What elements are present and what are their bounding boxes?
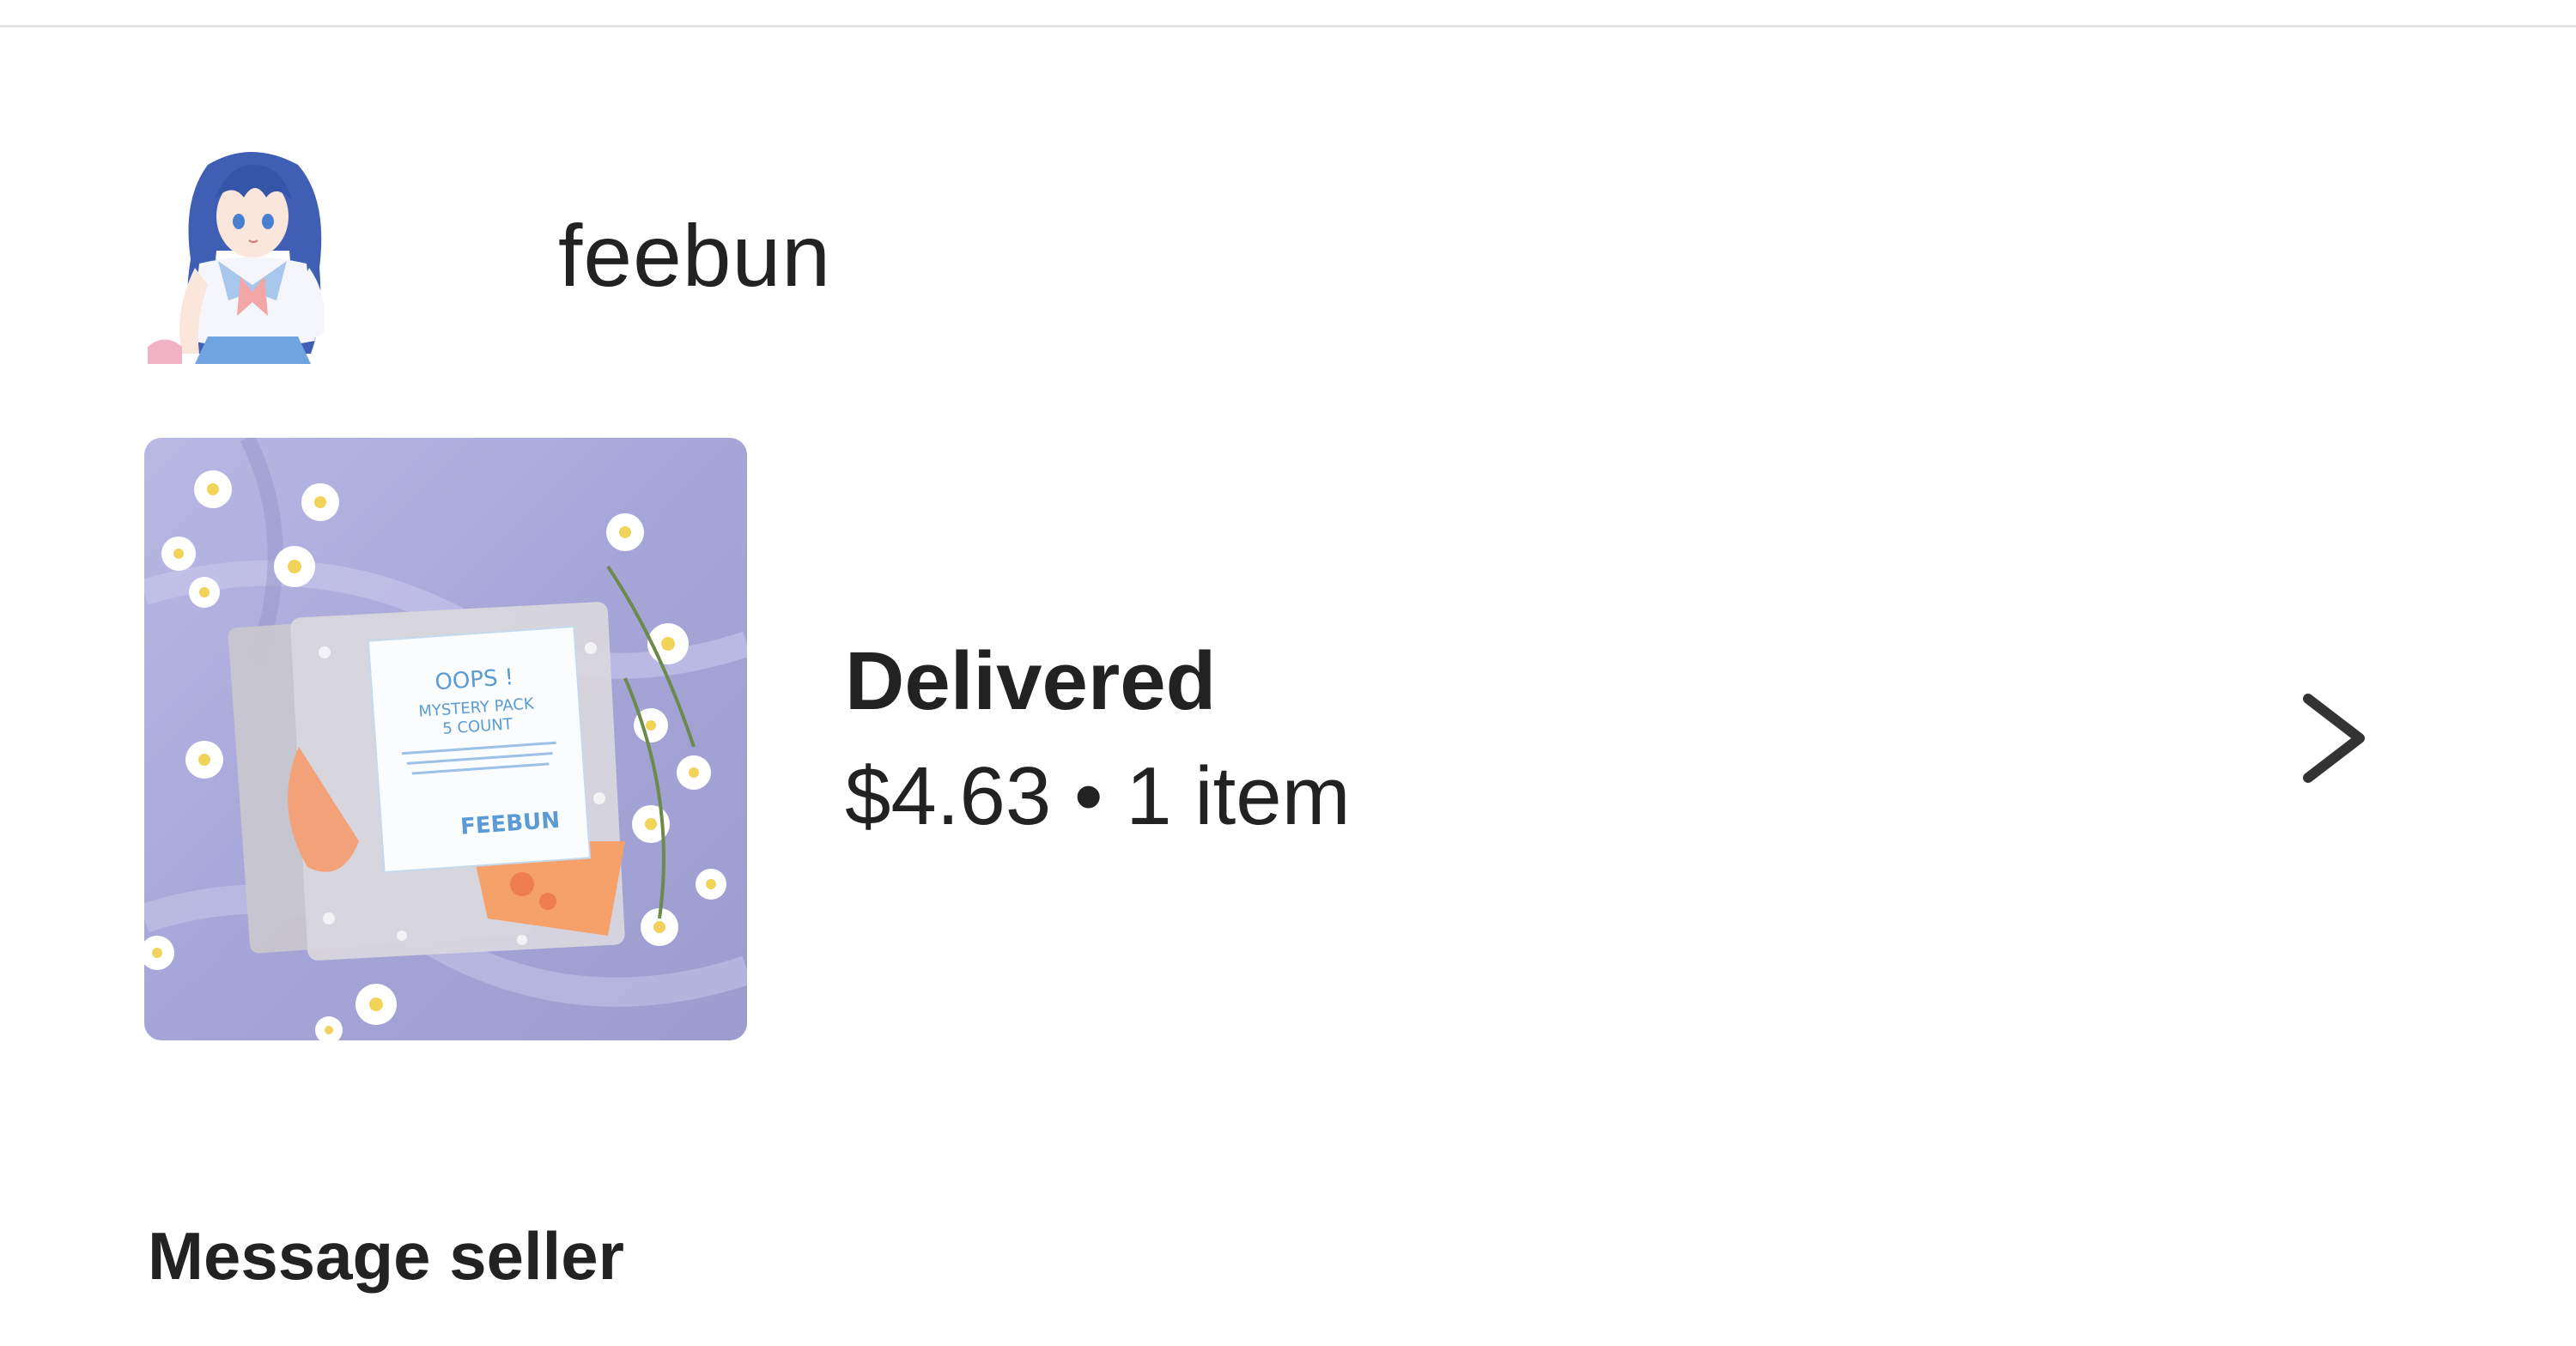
order-summary: $4.63 • 1 item xyxy=(845,751,1351,842)
order-card[interactable]: OOPS ! MYSTERY PACK 5 COUNT FEEBUN Deliv… xyxy=(144,438,2428,1040)
shop-name[interactable]: feebun xyxy=(558,206,831,306)
order-thumbnail[interactable]: OOPS ! MYSTERY PACK 5 COUNT FEEBUN xyxy=(144,438,747,1040)
shop-avatar[interactable] xyxy=(148,148,359,364)
top-divider xyxy=(0,0,2576,27)
order-item-count: 1 item xyxy=(1126,750,1351,842)
order-status: Delivered xyxy=(845,635,1217,728)
shop-header[interactable]: feebun xyxy=(148,148,831,364)
chevron-right-icon[interactable] xyxy=(2274,678,2394,798)
order-price: $4.63 xyxy=(845,750,1052,842)
thumb-card-title: OOPS ! xyxy=(434,664,515,695)
order-separator: • xyxy=(1073,750,1103,842)
message-seller-button[interactable]: Message seller xyxy=(148,1217,624,1295)
order-info: Delivered $4.63 • 1 item xyxy=(845,636,1351,841)
anime-girl-avatar-icon xyxy=(148,148,359,364)
sticker-pack-photo-icon: OOPS ! MYSTERY PACK 5 COUNT FEEBUN xyxy=(144,438,747,1040)
